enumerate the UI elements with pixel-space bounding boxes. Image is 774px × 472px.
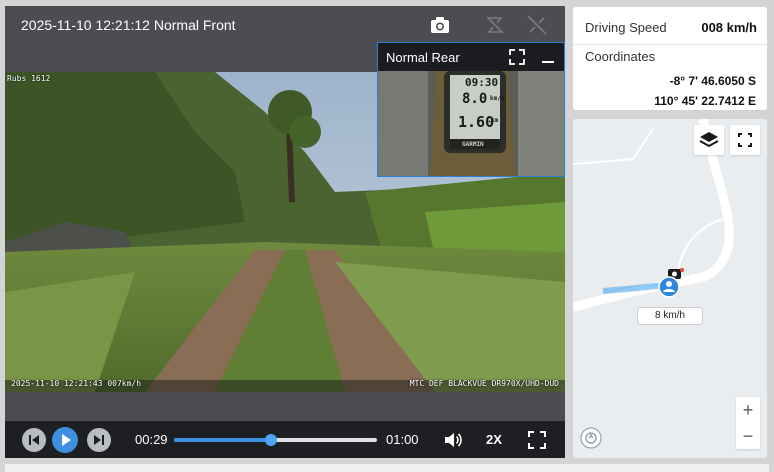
map-panel[interactable]: 8 km/h + −	[573, 119, 767, 458]
vehicle-speed-label: 8 km/h	[637, 307, 703, 325]
total-time: 01:00	[386, 432, 419, 447]
volume-icon[interactable]	[443, 430, 463, 450]
rear-camera-inset[interactable]: Normal Rear 09:30 8.0 km/h 1.60 km GARMI…	[377, 42, 565, 177]
rear-header: Normal Rear	[378, 43, 564, 71]
gps-brand: GARMIN	[462, 141, 484, 148]
divider	[573, 44, 767, 45]
gps-unit: km/h	[490, 95, 505, 102]
latitude-value: -8° 7' 46.6050 S	[669, 74, 756, 88]
bottom-panel-edge	[5, 464, 769, 472]
osd-device-label: Rubs 1612	[7, 74, 51, 83]
speed-value: 008 km/h	[701, 20, 757, 35]
swap-camera-icon[interactable]	[484, 14, 506, 36]
speed-label: Driving Speed	[585, 20, 667, 35]
minimize-icon[interactable]	[539, 48, 557, 66]
speed-row: Driving Speed 008 km/h	[585, 20, 757, 35]
gps-speed: 8.0	[462, 91, 488, 107]
gps-distance: 1.60	[458, 113, 495, 131]
next-button[interactable]	[86, 427, 112, 453]
expand-icon[interactable]	[508, 48, 526, 66]
video-panel: 2025-11-10 12:21:12 Normal Front Rubs 16…	[5, 6, 565, 458]
osd-timestamp: 2025-11-10 12:21:43 007km/h	[11, 379, 142, 388]
coords-row: Coordinates	[585, 49, 757, 64]
trip-info-card: Driving Speed 008 km/h Coordinates -8° 7…	[573, 7, 767, 110]
previous-button[interactable]	[21, 427, 47, 453]
rear-camera-title: Normal Rear	[386, 50, 460, 65]
front-camera-title: 2025-11-10 12:21:12 Normal Front	[21, 17, 236, 33]
seek-progress	[174, 438, 272, 442]
longitude-value: 110° 45' 22.7412 E	[654, 94, 756, 108]
pip-off-icon[interactable]	[526, 14, 548, 36]
camera-snapshot-icon[interactable]	[429, 14, 451, 36]
map-fullscreen-icon[interactable]	[730, 125, 760, 155]
video-header: 2025-11-10 12:21:12 Normal Front	[5, 6, 565, 43]
playback-controls: 00:29 01:00 2X	[5, 421, 565, 458]
play-button[interactable]	[52, 427, 78, 453]
vehicle-marker-icon[interactable]	[658, 276, 680, 298]
osd-model: MTC DEF BLACKVUE DR970X/UHD-DUD	[409, 379, 559, 388]
coords-label: Coordinates	[585, 49, 656, 64]
zoom-controls: + −	[736, 397, 760, 449]
seek-handle[interactable]	[265, 434, 278, 446]
layers-icon[interactable]	[694, 125, 724, 155]
compass-icon[interactable]	[580, 427, 602, 449]
zoom-in-button[interactable]: +	[736, 397, 760, 423]
fullscreen-icon[interactable]	[527, 430, 547, 450]
rear-camera-video: 09:30 8.0 km/h 1.60 km GARMIN	[378, 71, 564, 176]
current-time: 00:29	[135, 432, 168, 447]
seek-bar[interactable]	[174, 434, 377, 446]
gps-time: 09:30	[465, 76, 499, 89]
zoom-out-button[interactable]: −	[736, 423, 760, 449]
gps-distance-unit: km	[491, 117, 499, 124]
playback-speed-button[interactable]: 2X	[486, 432, 502, 447]
